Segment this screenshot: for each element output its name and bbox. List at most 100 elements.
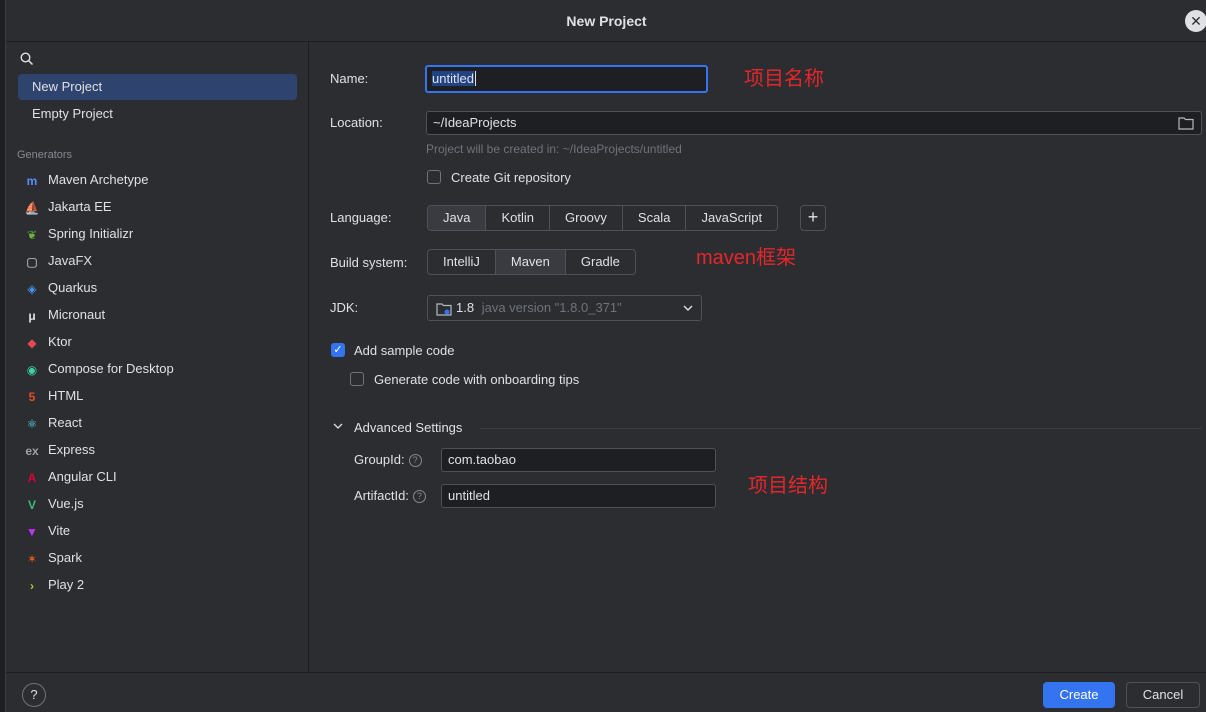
javafx-icon: ▢ bbox=[26, 254, 38, 269]
title-bar: New Project ✕ bbox=[6, 0, 1206, 42]
help-icon[interactable]: ? bbox=[412, 490, 426, 504]
name-input[interactable]: untitled bbox=[425, 65, 708, 93]
name-label: Name: bbox=[330, 71, 369, 86]
onboarding-tips-label[interactable]: Generate code with onboarding tips bbox=[374, 372, 579, 387]
generator-item[interactable]: V Vue.js bbox=[24, 492, 84, 516]
quarkus-icon: ◈ bbox=[27, 281, 37, 296]
git-label[interactable]: Create Git repository bbox=[451, 170, 571, 185]
angular-icon: A bbox=[27, 470, 37, 485]
project-type-new-project[interactable]: New Project bbox=[18, 74, 297, 100]
generator-label: Jakarta EE bbox=[48, 199, 112, 214]
project-type-panel: New Project Empty Project Generators m Ma… bbox=[6, 42, 309, 672]
generator-item[interactable]: ◉ Compose for Desktop bbox=[24, 357, 174, 381]
vite-icon: ▼ bbox=[26, 524, 38, 539]
add-language-button[interactable]: + bbox=[800, 205, 826, 231]
sample-code-checkbox[interactable]: ✓ bbox=[331, 343, 345, 357]
chevron-down-icon bbox=[683, 305, 693, 311]
maven-icon: m bbox=[26, 173, 38, 188]
onboarding-tips-checkbox[interactable] bbox=[350, 372, 364, 386]
project-type-empty-project[interactable]: Empty Project bbox=[18, 101, 297, 127]
language-selector: Java Kotlin Groovy Scala JavaScript bbox=[427, 205, 779, 231]
chevron-down-icon[interactable] bbox=[333, 423, 343, 430]
artifact-id-input[interactable]: untitled bbox=[441, 484, 716, 508]
generator-label: Compose for Desktop bbox=[48, 361, 174, 376]
generator-item[interactable]: ❦ Spring Initializr bbox=[24, 222, 133, 246]
generator-label: Vue.js bbox=[48, 496, 84, 511]
annotation-project-structure: 项目结构 bbox=[748, 475, 828, 497]
language-label: Language: bbox=[330, 210, 392, 225]
build-system-label: Build system: bbox=[330, 255, 408, 270]
jdk-label: JDK: bbox=[330, 300, 359, 315]
search-field[interactable] bbox=[18, 48, 298, 70]
generator-item[interactable]: 5 HTML bbox=[24, 384, 84, 408]
generator-item[interactable]: ▼ Vite bbox=[24, 519, 70, 543]
generator-label: React bbox=[48, 415, 82, 430]
folder-icon[interactable] bbox=[1178, 116, 1194, 130]
generator-label: Quarkus bbox=[48, 280, 98, 295]
compose-icon: ◉ bbox=[26, 362, 38, 377]
generator-label: JavaFX bbox=[48, 253, 93, 268]
project-settings-panel: Name: untitled 项目名称 Location: ~/IdeaProj… bbox=[310, 42, 1206, 672]
help-icon[interactable]: ? bbox=[408, 454, 422, 468]
generator-label: Spark bbox=[48, 550, 82, 565]
generator-item[interactable]: A Angular CLI bbox=[24, 465, 117, 489]
build-system-selector: IntelliJ Maven Gradle bbox=[427, 249, 636, 275]
ktor-icon: ◆ bbox=[27, 335, 37, 350]
generators-heading: Generators bbox=[17, 149, 73, 161]
build-system-option[interactable]: Gradle bbox=[566, 250, 635, 274]
generator-label: HTML bbox=[48, 388, 84, 403]
generator-item[interactable]: › Play 2 bbox=[24, 573, 84, 597]
close-icon[interactable]: ✕ bbox=[1185, 10, 1206, 32]
location-value: ~/IdeaProjects bbox=[433, 115, 517, 130]
artifact-id-label: ArtifactId:? bbox=[354, 488, 426, 504]
help-button[interactable]: ? bbox=[22, 683, 46, 707]
generator-label: Angular CLI bbox=[48, 469, 117, 484]
language-option[interactable]: JavaScript bbox=[686, 206, 777, 230]
jdk-dropdown[interactable]: 1.8 java version "1.8.0_371" bbox=[427, 295, 702, 321]
vue-icon: V bbox=[27, 497, 36, 512]
advanced-settings-toggle[interactable]: Advanced Settings bbox=[354, 420, 462, 435]
generator-item[interactable]: ex Express bbox=[24, 438, 95, 462]
language-option[interactable]: Scala bbox=[623, 206, 687, 230]
generator-label: Vite bbox=[48, 523, 71, 538]
build-system-option[interactable]: Maven bbox=[495, 250, 566, 274]
generator-item[interactable]: μ Micronaut bbox=[24, 303, 105, 327]
generator-item[interactable]: ▢ JavaFX bbox=[24, 249, 92, 273]
html5-icon: 5 bbox=[28, 389, 36, 404]
generator-item[interactable]: ✶ Spark bbox=[24, 546, 82, 570]
cancel-button[interactable]: Cancel bbox=[1126, 682, 1200, 708]
generator-label: Express bbox=[48, 442, 95, 457]
build-system-option[interactable]: IntelliJ bbox=[428, 250, 496, 274]
language-option[interactable]: Java bbox=[428, 206, 487, 230]
annotation-maven: maven框架 bbox=[696, 247, 797, 269]
generator-item[interactable]: ◆ Ktor bbox=[24, 330, 71, 354]
name-value: untitled bbox=[432, 71, 474, 86]
generator-label: Micronaut bbox=[48, 307, 106, 322]
language-option[interactable]: Kotlin bbox=[486, 206, 550, 230]
generator-item[interactable]: ⛵ Jakarta EE bbox=[24, 195, 112, 219]
spark-icon: ✶ bbox=[26, 551, 38, 566]
express-icon: ex bbox=[25, 443, 39, 458]
dialog-footer: ? Create Cancel bbox=[6, 672, 1206, 712]
advanced-settings-divider bbox=[480, 428, 1202, 429]
generator-label: Maven Archetype bbox=[48, 172, 149, 187]
group-id-input[interactable]: com.taobao bbox=[441, 448, 716, 472]
sample-code-label[interactable]: Add sample code bbox=[354, 343, 454, 358]
git-checkbox[interactable] bbox=[427, 170, 441, 184]
create-button[interactable]: Create bbox=[1043, 682, 1115, 708]
new-project-dialog: New Project ✕ New Project Empty Project … bbox=[5, 0, 1206, 712]
micronaut-icon: μ bbox=[28, 308, 36, 323]
language-option[interactable]: Groovy bbox=[550, 206, 623, 230]
location-label: Location: bbox=[330, 115, 383, 130]
generator-item[interactable]: ◈ Quarkus bbox=[24, 276, 97, 300]
location-input[interactable]: ~/IdeaProjects bbox=[426, 111, 1202, 135]
jdk-detail: java version "1.8.0_371" bbox=[481, 300, 622, 315]
jdk-version: 1.8 bbox=[456, 300, 475, 315]
generator-label: Play 2 bbox=[48, 577, 85, 592]
generator-item[interactable]: m Maven Archetype bbox=[24, 168, 149, 192]
jdk-folder-icon bbox=[436, 302, 452, 316]
play-icon: › bbox=[30, 578, 34, 593]
generator-item[interactable]: ⚛ React bbox=[24, 411, 82, 435]
generator-label: Spring Initializr bbox=[48, 226, 134, 241]
annotation-project-name: 项目名称 bbox=[744, 68, 824, 90]
